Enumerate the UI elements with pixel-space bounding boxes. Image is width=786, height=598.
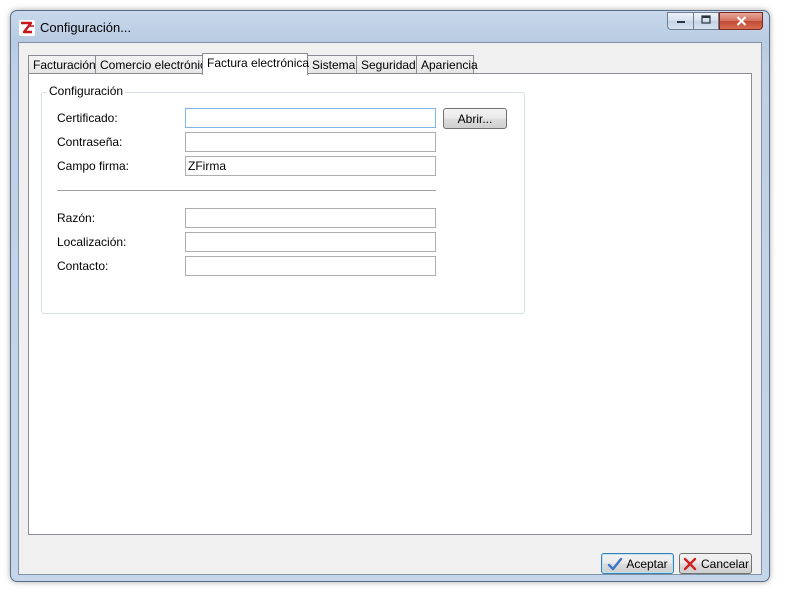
tab-factura-electronica[interactable]: Factura electrónica	[202, 53, 309, 75]
tab-page-factura-electronica: Configuración Certificado: Abrir... Cont…	[28, 73, 752, 535]
app-icon[interactable]	[19, 20, 35, 36]
campo-firma-label: Campo firma:	[57, 159, 130, 173]
abrir-button[interactable]: Abrir...	[443, 108, 507, 129]
title-bar[interactable]: Configuración...	[11, 11, 769, 41]
maximize-button[interactable]	[693, 12, 719, 30]
group-title: Configuración	[47, 84, 126, 98]
tab-sistema[interactable]: Sistema	[307, 55, 357, 73]
certificado-input[interactable]	[185, 108, 436, 128]
razon-label: Razón:	[57, 211, 96, 225]
maximize-icon	[701, 15, 711, 27]
minimize-button[interactable]	[667, 12, 693, 30]
campo-firma-input[interactable]: ZFirma	[185, 156, 436, 176]
contrasena-input[interactable]	[185, 132, 436, 152]
close-button[interactable]	[719, 12, 763, 30]
dialog-client-area: Facturación Comercio electrónico Factura…	[18, 42, 762, 575]
close-icon	[736, 14, 747, 29]
contrasena-label: Contraseña:	[57, 135, 123, 149]
config-dialog-window: Configuración... Facturación Comercio el…	[10, 10, 770, 582]
aceptar-button[interactable]: Aceptar	[601, 553, 674, 574]
caption-buttons	[667, 12, 763, 31]
aceptar-button-label: Aceptar	[626, 556, 668, 571]
tab-apariencia[interactable]: Apariencia	[416, 55, 478, 73]
cancelar-button[interactable]: Cancelar	[679, 553, 752, 574]
certificado-label: Certificado:	[57, 111, 118, 125]
contacto-label: Contacto:	[57, 259, 109, 273]
tab-comercio-electronico[interactable]: Comercio electrónico	[95, 55, 213, 73]
separator-line	[57, 190, 436, 191]
abrir-button-label: Abrir...	[457, 111, 493, 126]
checkmark-icon	[607, 556, 623, 572]
localizacion-label: Localización:	[57, 235, 127, 249]
localizacion-input[interactable]	[185, 232, 436, 252]
tab-seguridad[interactable]: Seguridad	[356, 55, 417, 73]
tab-facturacion[interactable]: Facturación	[28, 55, 96, 73]
window-title: Configuración...	[40, 20, 132, 35]
minimize-icon	[676, 16, 686, 27]
contacto-input[interactable]	[185, 256, 436, 276]
red-x-icon	[682, 556, 698, 572]
configuracion-group: Configuración Certificado: Abrir... Cont…	[41, 84, 525, 314]
razon-input[interactable]	[185, 208, 436, 228]
cancelar-button-label: Cancelar	[700, 556, 750, 571]
